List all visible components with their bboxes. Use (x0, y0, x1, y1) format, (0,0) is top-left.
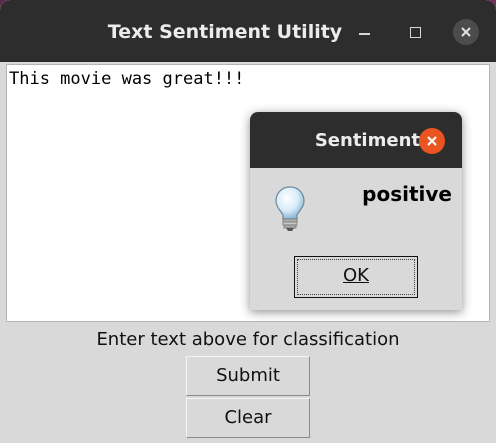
minimize-icon[interactable] (353, 20, 377, 44)
sentiment-dialog: Sentiment positive OK (250, 112, 462, 310)
lightbulb-icon (272, 184, 308, 232)
status-label: Enter text above for classification (96, 329, 400, 350)
close-icon[interactable] (453, 19, 479, 45)
ok-button[interactable]: OK (294, 256, 418, 298)
dialog-close-icon[interactable] (419, 128, 445, 154)
titlebar[interactable]: Text Sentiment Utility (0, 0, 496, 62)
window-title: Text Sentiment Utility (107, 21, 343, 43)
dialog-message: positive (362, 182, 452, 206)
maximize-icon[interactable] (404, 20, 428, 44)
submit-button[interactable]: Submit (186, 356, 310, 396)
clear-button[interactable]: Clear (186, 398, 310, 438)
dialog-titlebar[interactable]: Sentiment (250, 112, 462, 168)
dialog-title: Sentiment (314, 130, 420, 151)
focus-ring (297, 259, 415, 295)
